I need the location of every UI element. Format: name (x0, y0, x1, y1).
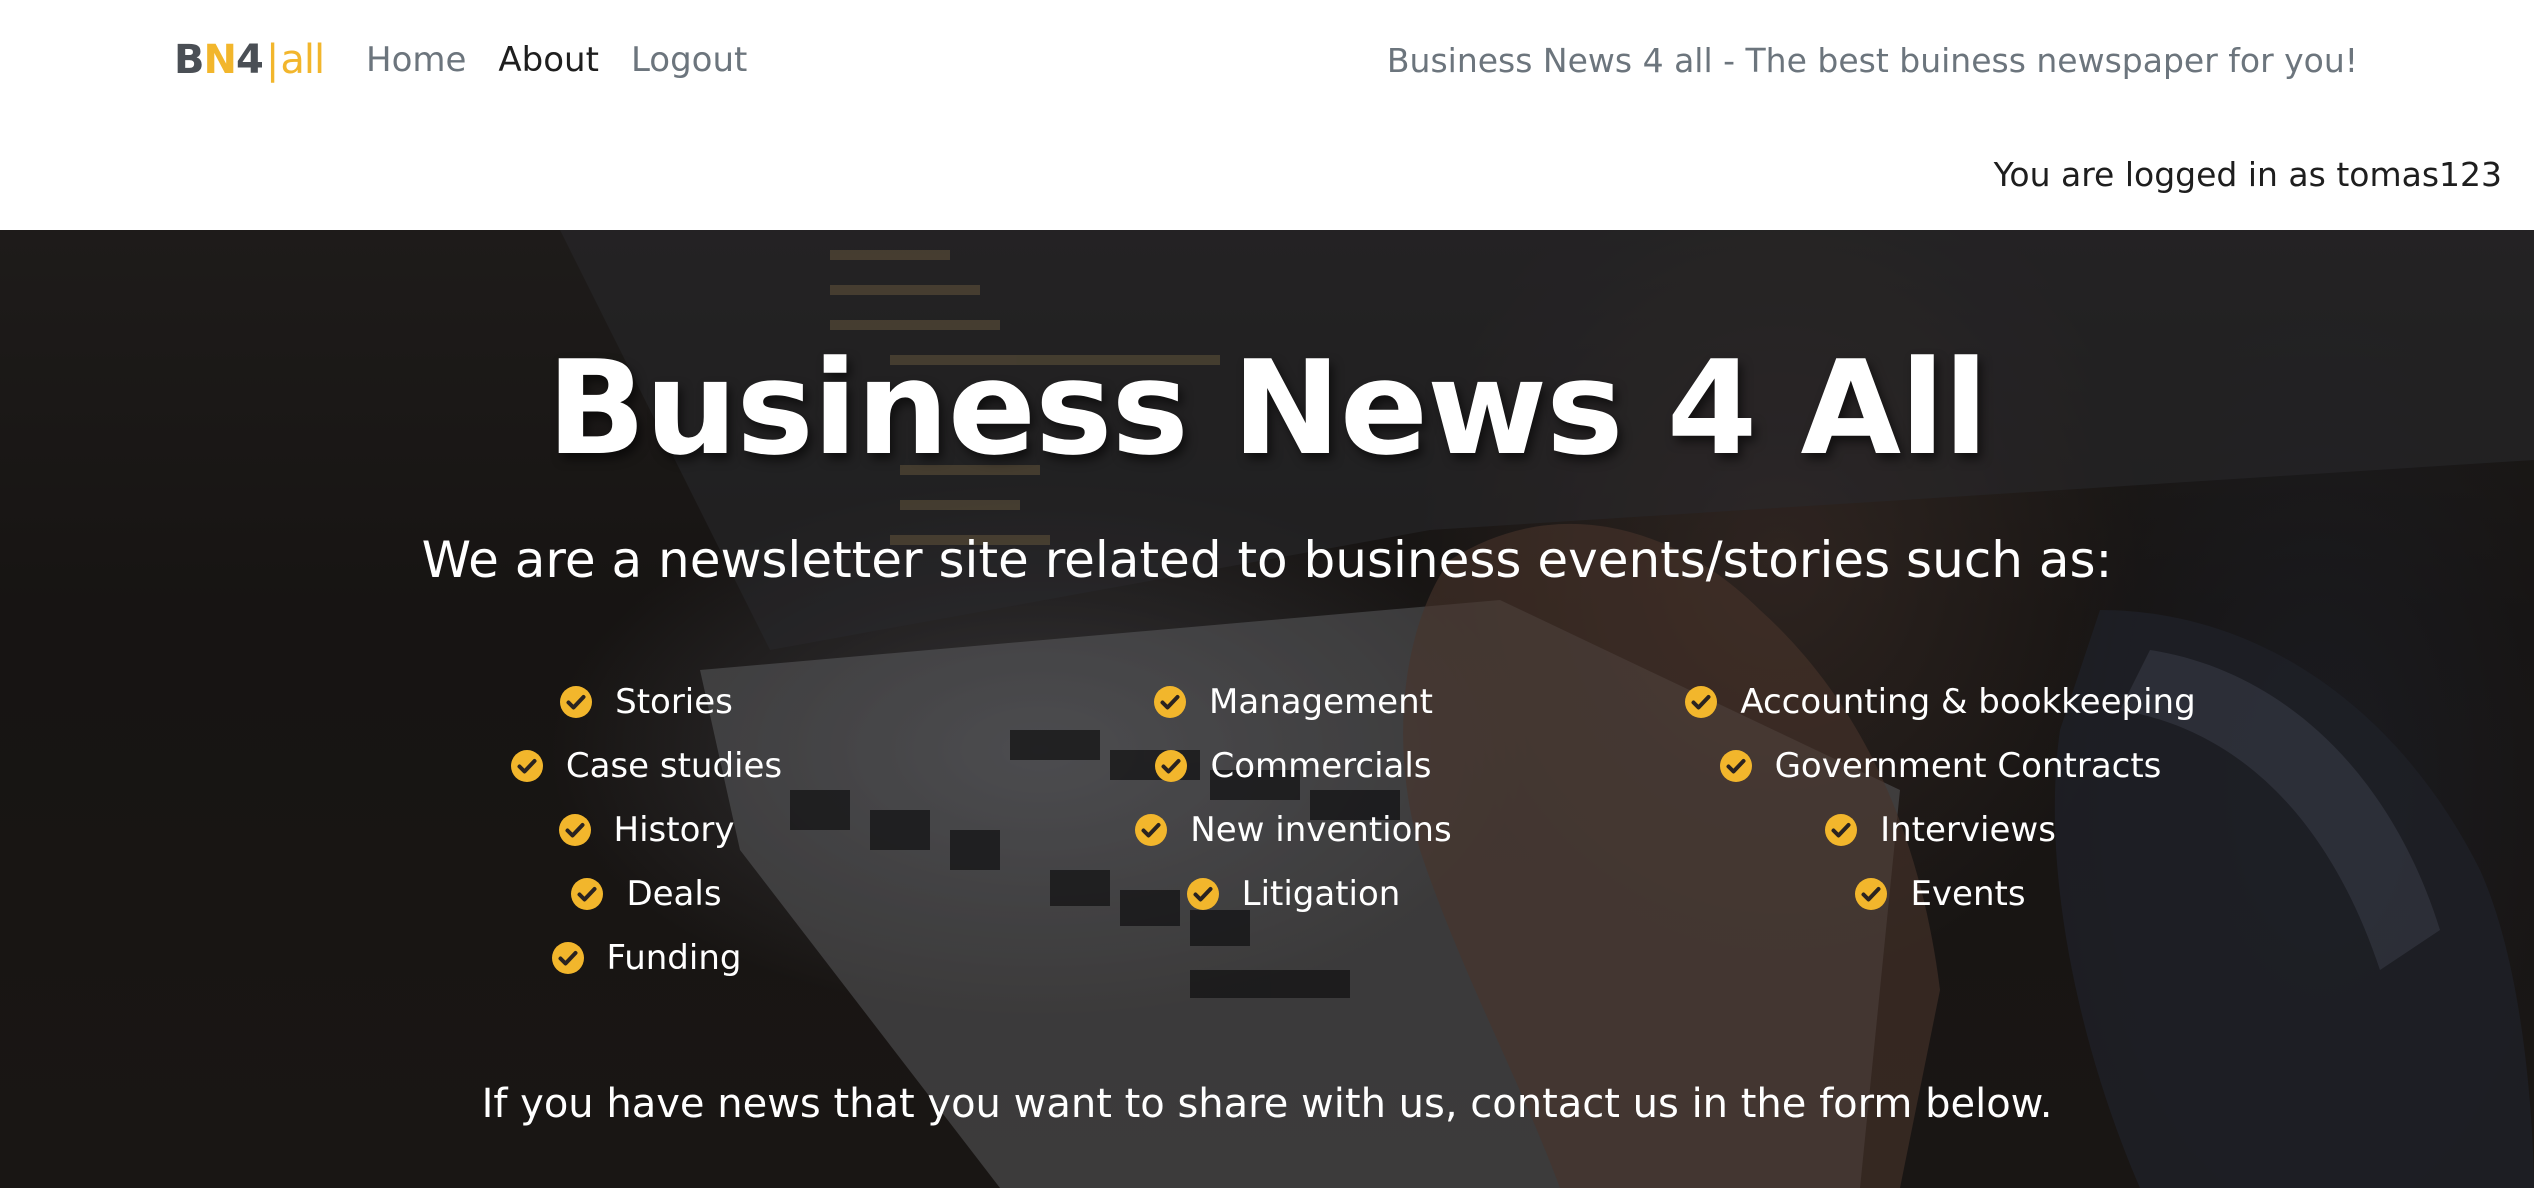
topic-item: Accounting & bookkeeping (1684, 670, 2196, 734)
topic-item: Funding (551, 926, 742, 990)
topic-item: Management (1153, 670, 1433, 734)
topic-label: Funding (606, 938, 742, 978)
nav-logout-link[interactable]: Logout (631, 40, 747, 80)
topic-item: Deals (570, 862, 722, 926)
check-circle-icon (551, 942, 584, 974)
check-circle-icon (1825, 814, 1858, 846)
check-circle-icon (1719, 750, 1752, 782)
topics-column-3: Accounting & bookkeeping Government Cont… (1640, 670, 2240, 926)
brand-letter-b: B (174, 37, 204, 83)
brand-logo[interactable]: B N 4 | all (174, 30, 325, 90)
hero-title: Business News 4 All (546, 332, 1988, 484)
brand-word-all: all (280, 37, 325, 83)
main-nav: Home About Logout (366, 30, 747, 90)
topic-item: New inventions (1134, 798, 1452, 862)
topic-label: Litigation (1241, 874, 1401, 914)
check-circle-icon (571, 878, 604, 910)
topic-item: Government Contracts (1719, 734, 2162, 798)
navbar: B N 4 | all Home About Logout Business N… (0, 0, 2534, 230)
topic-label: Events (1910, 874, 2026, 914)
hero-subtitle: We are a newsletter site related to busi… (421, 531, 2113, 589)
check-circle-icon (1186, 878, 1219, 910)
topic-label: Government Contracts (1774, 746, 2162, 786)
nav-home-link[interactable]: Home (366, 40, 466, 80)
login-status: You are logged in as tomas123 (1993, 154, 2502, 194)
hero-contact-prompt: If you have news that you want to share … (481, 1081, 2053, 1127)
site-tagline: Business News 4 all - The best buiness n… (1386, 40, 2358, 80)
topic-label: History (613, 810, 735, 850)
topic-label: Management (1209, 682, 1433, 722)
check-circle-icon (1855, 878, 1888, 910)
check-circle-icon (1135, 814, 1168, 846)
topic-item: Events (1854, 862, 2026, 926)
topic-label: New inventions (1190, 810, 1452, 850)
hero-section: Business News 4 All We are a newsletter … (0, 230, 2534, 1188)
topic-label: Deals (626, 874, 722, 914)
check-circle-icon (1155, 750, 1188, 782)
topic-item: Interviews (1824, 798, 2056, 862)
topic-label: Case studies (565, 746, 783, 786)
nav-about-link[interactable]: About (498, 40, 599, 80)
check-circle-icon (1685, 686, 1718, 718)
topic-item: Case studies (510, 734, 782, 798)
topic-label: Stories (615, 682, 733, 722)
topic-item: Litigation (1186, 862, 1401, 926)
topic-item: Commercials (1154, 734, 1432, 798)
topics-column-1: Stories Case studies History Deals Fundi… (346, 670, 946, 990)
topic-item: History (558, 798, 735, 862)
topics-column-2: Management Commercials New inventions Li… (993, 670, 1593, 926)
brand-separator: | (265, 37, 280, 83)
topic-label: Accounting & bookkeeping (1740, 682, 2196, 722)
check-circle-icon (1154, 686, 1186, 718)
check-circle-icon (510, 750, 543, 782)
check-circle-icon (558, 814, 591, 846)
topic-item: Stories (559, 670, 733, 734)
brand-digit-4: 4 (235, 37, 264, 83)
topic-label: Commercials (1210, 746, 1432, 786)
topic-label: Interviews (1880, 810, 2056, 850)
brand-letter-n: N (203, 37, 237, 83)
check-circle-icon (560, 686, 593, 718)
